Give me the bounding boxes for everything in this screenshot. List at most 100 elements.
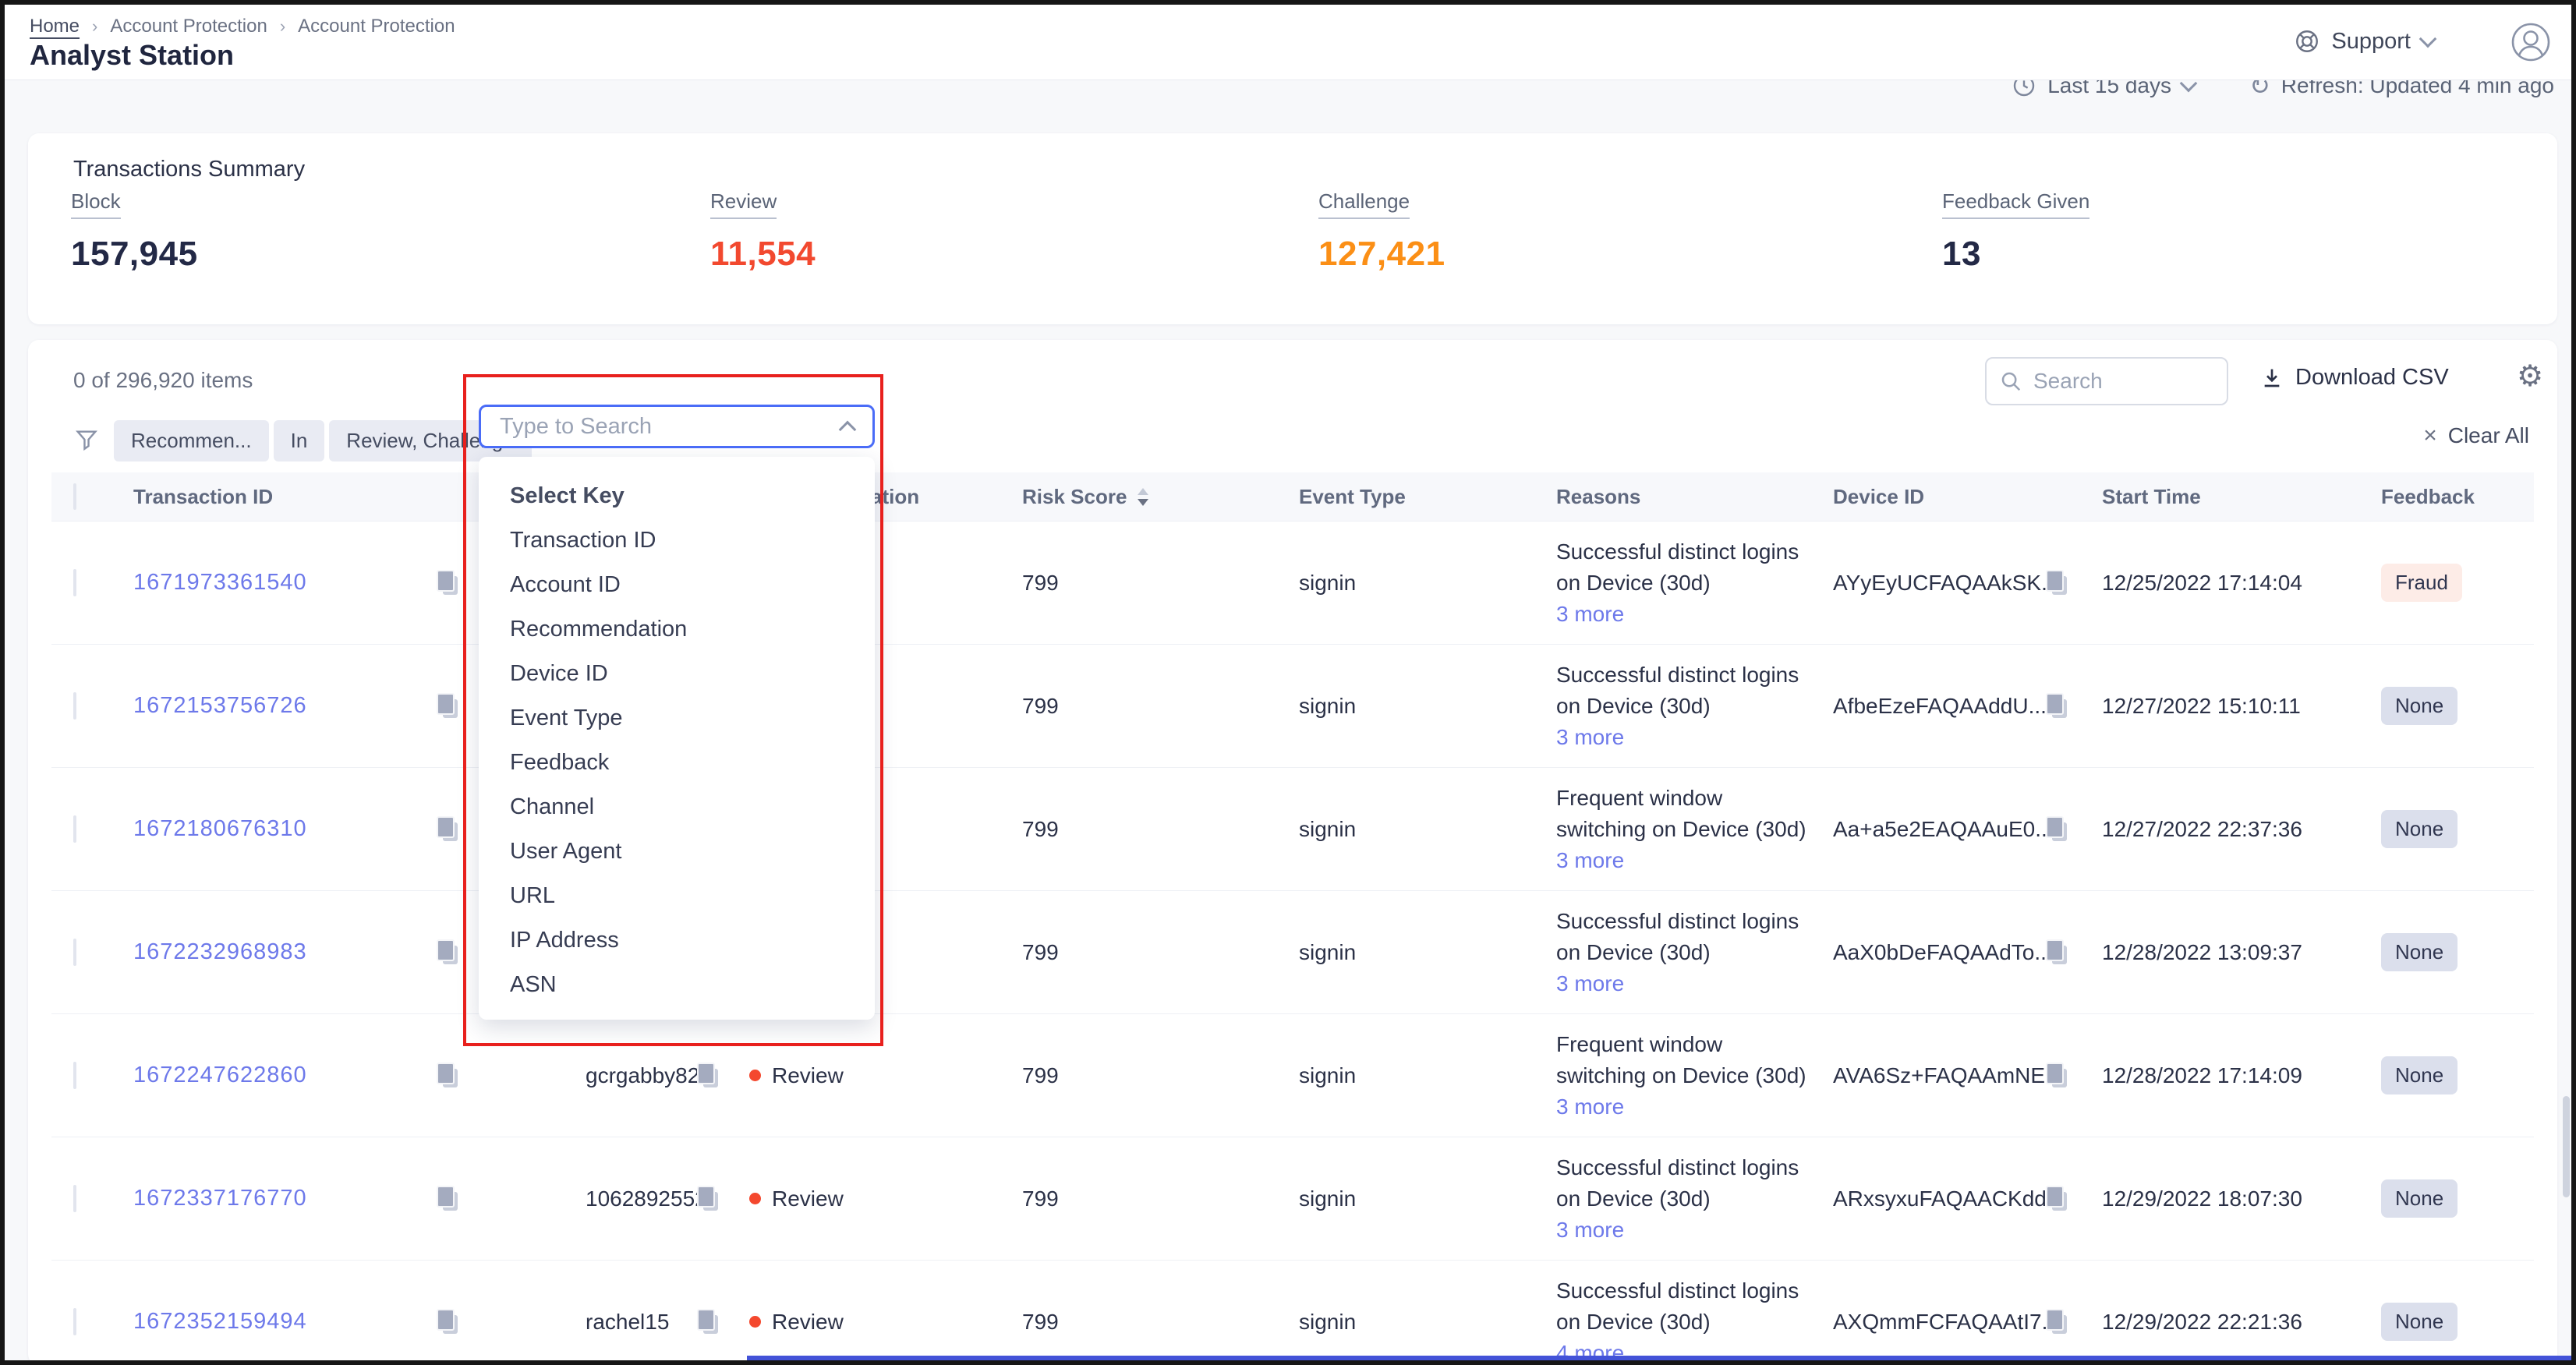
account-id-cell: rachel15 <box>586 1308 749 1336</box>
device-id: ARxsyxuFAQAACKdd... <box>1833 1186 2045 1211</box>
recommendation-cell: Review <box>749 1063 1014 1088</box>
device-id: AXQmmFCFAQAAtI7... <box>1833 1310 2045 1335</box>
account-id: gcrgabby82 <box>586 1063 696 1088</box>
stat-review: Review 11,554 <box>710 189 816 274</box>
copy-icon[interactable] <box>436 692 461 720</box>
filter-chip-operator[interactable]: In <box>274 420 325 461</box>
copy-icon[interactable] <box>2045 815 2070 843</box>
transaction-id-link[interactable]: 1672247622860 <box>133 1063 436 1088</box>
table-header-row: Transaction IDRecommendationRisk ScoreEv… <box>51 472 2534 521</box>
row-checkbox[interactable] <box>73 569 76 596</box>
reasons-more-link[interactable]: 4 more <box>1556 1338 1833 1365</box>
sort-desc-icon <box>1138 499 1148 506</box>
copy-icon[interactable] <box>436 939 461 967</box>
feedback-badge: None <box>2381 687 2457 725</box>
row-checkbox[interactable] <box>73 939 76 966</box>
device-id-cell: Aa+a5e2EAQAAuE0... <box>1833 815 2102 843</box>
reasons-more-link[interactable]: 3 more <box>1556 599 1833 630</box>
row-checkbox-cell <box>51 940 129 965</box>
device-id-cell: AXQmmFCFAQAAtI7... <box>1833 1308 2102 1336</box>
reasons-more-link[interactable]: 3 more <box>1556 968 1833 999</box>
breadcrumb-separator: › <box>92 16 97 37</box>
copy-icon[interactable] <box>436 1185 461 1213</box>
stat-review-label[interactable]: Review <box>710 189 777 219</box>
copy-icon[interactable] <box>436 815 461 843</box>
row-checkbox[interactable] <box>73 692 76 720</box>
copy-icon[interactable] <box>436 1308 461 1336</box>
transaction-id-link[interactable]: 1672153756726 <box>133 693 436 719</box>
table-settings-gear-icon[interactable]: ⚙ <box>2517 359 2543 394</box>
clear-all-button[interactable]: × Clear All <box>2423 423 2529 449</box>
copy-icon[interactable] <box>2045 569 2070 597</box>
copy-icon[interactable] <box>2045 1308 2070 1336</box>
clear-all-label: Clear All <box>2448 423 2529 448</box>
device-id: Aa+a5e2EAQAAuE0... <box>1833 817 2045 842</box>
column-header-label: Feedback <box>2381 485 2475 508</box>
row-checkbox[interactable] <box>73 815 76 843</box>
device-id: AfbeEzeFAQAAddU... <box>1833 694 2045 719</box>
reason-line: on Device (30d) <box>1556 1307 1833 1338</box>
table-body: 1671973361540 799 signin Successful distinc… <box>51 521 2534 1365</box>
transactions-summary-card: Transactions Summary Block 157,945 Revie… <box>28 133 2557 324</box>
account-id: 1062892552 <box>586 1186 696 1211</box>
select-all-checkbox[interactable] <box>73 483 76 510</box>
filter-chip-key[interactable]: Recommen... <box>114 420 269 461</box>
reasons-cell: Successful distinct loginson Device (30d… <box>1556 660 1833 753</box>
sort-icon[interactable] <box>1138 488 1148 506</box>
recommendation-label: Review <box>772 1063 844 1088</box>
reason-line: switching on Device (30d) <box>1556 814 1833 845</box>
reason-line: on Device (30d) <box>1556 937 1833 968</box>
transaction-id-link[interactable]: 1672337176770 <box>133 1186 436 1211</box>
user-avatar[interactable] <box>2511 22 2551 62</box>
stat-block-value: 157,945 <box>71 235 198 274</box>
row-checkbox[interactable] <box>73 1062 76 1089</box>
event-type-cell: signin <box>1299 1310 1556 1335</box>
copy-icon[interactable] <box>2045 939 2070 967</box>
breadcrumb-home-link[interactable]: Home <box>30 16 80 37</box>
copy-icon[interactable] <box>436 569 461 597</box>
copy-icon[interactable] <box>696 1185 721 1213</box>
breadcrumb-item[interactable]: Account Protection <box>110 16 267 37</box>
feedback-cell: None <box>2381 810 2534 848</box>
copy-icon[interactable] <box>696 1308 721 1336</box>
feedback-badge: Fraud <box>2381 564 2462 602</box>
copy-icon[interactable] <box>2045 1185 2070 1213</box>
stat-review-value: 11,554 <box>710 235 816 274</box>
copy-icon[interactable] <box>2045 1062 2070 1090</box>
support-menu[interactable]: Support <box>2294 28 2434 55</box>
stat-block-label[interactable]: Block <box>71 189 121 219</box>
topbar: Home › Account Protection › Account Prot… <box>5 5 2571 80</box>
feedback-cell: None <box>2381 933 2534 971</box>
row-checkbox[interactable] <box>73 1308 76 1335</box>
stat-challenge-label[interactable]: Challenge <box>1318 189 1410 219</box>
reasons-more-link[interactable]: 3 more <box>1556 1215 1833 1246</box>
row-checkbox[interactable] <box>73 1185 76 1212</box>
transaction-id-link[interactable]: 1672352159494 <box>133 1309 436 1335</box>
copy-icon[interactable] <box>436 1062 461 1090</box>
table-search-input[interactable]: Search <box>1985 357 2228 405</box>
reasons-more-link[interactable]: 3 more <box>1556 845 1833 876</box>
download-csv-button[interactable]: Download CSV <box>2259 365 2449 391</box>
copy-icon[interactable] <box>2045 692 2070 720</box>
reasons-more-link[interactable]: 3 more <box>1556 722 1833 753</box>
row-checkbox-cell <box>51 571 129 596</box>
device-id-cell: AVA6Sz+FAQAAmNE... <box>1833 1062 2102 1090</box>
horizontal-scrollbar[interactable] <box>747 1356 2576 1362</box>
device-id: AVA6Sz+FAQAAmNE... <box>1833 1063 2045 1088</box>
risk-score-cell: 799 <box>1014 1063 1299 1088</box>
device-id-cell: AYyEyUCFAQAAkSK... <box>1833 569 2102 597</box>
reason-line: Successful distinct logins <box>1556 536 1833 568</box>
breadcrumb-item: Account Protection <box>298 16 455 37</box>
filter-funnel-icon[interactable] <box>73 427 100 454</box>
account-id-cell: gcrgabby82 <box>586 1062 749 1090</box>
reasons-more-link[interactable]: 3 more <box>1556 1091 1833 1123</box>
transaction-id-link[interactable]: 1672232968983 <box>133 939 436 965</box>
transaction-id-link[interactable]: 1672180676310 <box>133 816 436 842</box>
transaction-id-link[interactable]: 1671973361540 <box>133 570 436 596</box>
stat-feedback-given-label[interactable]: Feedback Given <box>1942 189 2089 219</box>
copy-icon[interactable] <box>696 1062 721 1090</box>
start-time-cell: 12/28/2022 13:09:37 <box>2102 940 2381 965</box>
vertical-scrollbar[interactable] <box>2563 1096 2570 1197</box>
reason-line: on Device (30d) <box>1556 568 1833 599</box>
column-header-label: Start Time <box>2102 485 2201 508</box>
